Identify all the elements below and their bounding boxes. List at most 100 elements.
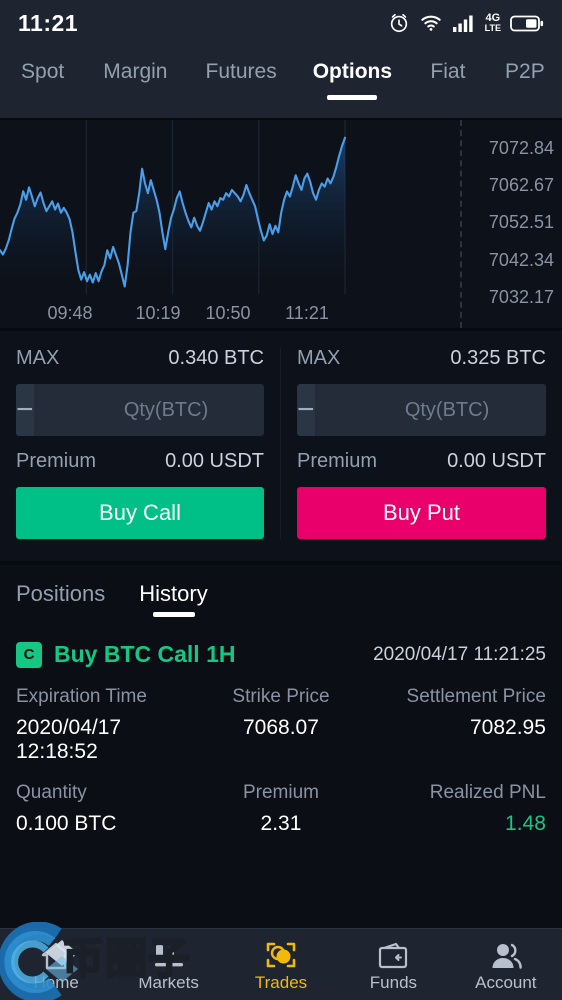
- 4g-lte-icon: 4G LTE: [485, 13, 501, 33]
- put-decrement-button[interactable]: −: [297, 384, 315, 436]
- put-panel: MAX 0.325 BTC − + Premium 0.00 USDT Buy …: [281, 347, 562, 539]
- field-premium: Premium 2.31: [193, 782, 370, 836]
- history-entry-timestamp: 2020/04/17 11:21:25: [373, 643, 546, 665]
- wifi-icon: [420, 15, 441, 31]
- signal-icon: [452, 15, 473, 32]
- buy-call-button[interactable]: Buy Call: [16, 487, 264, 539]
- field-settlement-price: Settlement Price 7082.95: [369, 686, 546, 764]
- battery-icon: [510, 15, 544, 31]
- field-quantity: Quantity 0.100 BTC: [16, 782, 193, 836]
- chart-y-tick-label: 7062.67: [488, 175, 554, 195]
- call-qty-stepper[interactable]: − +: [16, 384, 264, 436]
- top-tab-spot[interactable]: Spot: [0, 60, 85, 84]
- trade-panel: MAX 0.340 BTC − + Premium 0.00 USDT Buy …: [0, 328, 562, 561]
- chart-y-tick-label: 7072.84: [488, 138, 554, 158]
- chart-y-tick-label: 7052.51: [488, 212, 554, 232]
- call-panel: MAX 0.340 BTC − + Premium 0.00 USDT Buy …: [0, 347, 281, 539]
- price-chart[interactable]: 7072.84 7062.67 7052.51 7042.34 7032.17 09:4…: [0, 118, 562, 328]
- put-premium-row: Premium 0.00 USDT: [297, 450, 546, 473]
- field-value: 7082.95: [470, 716, 546, 739]
- field-label: Expiration Time: [16, 686, 147, 707]
- account-icon: [489, 937, 523, 971]
- field-realized-pnl: Realized PNL 1.48: [369, 782, 546, 836]
- call-decrement-button[interactable]: −: [16, 384, 34, 436]
- bottom-nav-home[interactable]: Home: [0, 937, 112, 993]
- field-label: Realized PNL: [429, 782, 546, 803]
- put-max-value: 0.325 BTC: [450, 347, 546, 369]
- field-expiration-time: Expiration Time 2020/04/17 12:18:52: [16, 686, 193, 764]
- history-entry-title-group: C Buy BTC Call 1H: [16, 641, 235, 668]
- bottom-nav-label: Funds: [369, 972, 418, 992]
- top-tab-label: Fiat: [430, 60, 466, 83]
- call-qty-input[interactable]: [33, 384, 264, 436]
- field-strike-price: Strike Price 7068.07: [193, 686, 370, 764]
- field-label: Premium: [242, 782, 319, 803]
- buy-put-button[interactable]: Buy Put: [297, 487, 546, 539]
- put-qty-input[interactable]: [314, 384, 546, 436]
- home-icon: [40, 937, 72, 971]
- field-label: Strike Price: [232, 686, 330, 707]
- status-bar: 11:21 4G LTE: [0, 0, 562, 46]
- top-tab-futures[interactable]: Futures: [185, 60, 296, 84]
- top-tab-label: Spot: [21, 60, 65, 83]
- put-premium-label: Premium: [297, 450, 378, 472]
- field-label: Settlement Price: [406, 686, 546, 707]
- top-tab-active-indicator: [327, 95, 378, 100]
- orders-tab-active-indicator: [152, 612, 195, 617]
- history-row-1: Expiration Time 2020/04/17 12:18:52 Stri…: [16, 686, 546, 764]
- top-tab-label: Margin: [103, 60, 168, 83]
- bottom-nav-label: Home: [33, 972, 79, 992]
- call-premium-label: Premium: [16, 450, 97, 472]
- top-tab-p2p[interactable]: P2P: [488, 60, 562, 84]
- chart-x-tick-label: 10:19: [135, 303, 181, 323]
- chart-y-axis: 7072.84 7062.67 7052.51 7042.34 7032.17: [457, 120, 562, 328]
- history-entry[interactable]: C Buy BTC Call 1H 2020/04/17 11:21:25 Ex…: [0, 621, 562, 836]
- field-label: Quantity: [16, 782, 87, 803]
- status-time: 11:21: [18, 9, 79, 36]
- bottom-nav-account[interactable]: Account: [450, 937, 562, 993]
- markets-icon: [152, 937, 186, 971]
- bottom-nav-markets[interactable]: Markets: [112, 937, 224, 993]
- bottom-nav-bar[interactable]: Home Markets Trades Funds Account: [0, 928, 562, 1000]
- chart-x-tick-label: 11:21: [285, 303, 329, 323]
- trades-icon: [264, 937, 298, 971]
- orders-tab-bar[interactable]: Positions History: [0, 581, 562, 621]
- app-root: 11:21 4G LTE Spot Margin Futures Options…: [0, 0, 562, 1000]
- top-tab-fiat[interactable]: Fiat: [408, 60, 488, 84]
- field-value: 0.100 BTC: [16, 812, 117, 835]
- bottom-nav-funds[interactable]: Funds: [337, 937, 449, 993]
- put-qty-stepper[interactable]: − +: [297, 384, 546, 436]
- orders-section: Positions History C Buy BTC Call 1H 2020/…: [0, 561, 562, 836]
- field-value: 1.48: [505, 812, 546, 835]
- call-max-row: MAX 0.340 BTC: [16, 347, 264, 370]
- top-tab-options[interactable]: Options: [297, 60, 408, 100]
- call-premium-row: Premium 0.00 USDT: [16, 450, 264, 473]
- call-max-label: MAX: [16, 347, 60, 369]
- top-tab-margin[interactable]: Margin: [85, 60, 185, 84]
- history-row-2: Quantity 0.100 BTC Premium 2.31 Realized…: [16, 782, 546, 836]
- network-type-label: LTE: [484, 23, 501, 33]
- put-max-row: MAX 0.325 BTC: [297, 347, 546, 370]
- field-value: 7068.07: [243, 716, 319, 739]
- orders-tab-label: Positions: [16, 581, 106, 606]
- funds-icon: [377, 937, 409, 971]
- bottom-nav-label: Account: [475, 972, 537, 992]
- chart-y-tick-label: 7032.17: [488, 287, 554, 307]
- call-max-value: 0.340 BTC: [168, 347, 264, 369]
- orders-tab-history[interactable]: History: [139, 581, 208, 621]
- bottom-nav-trades[interactable]: Trades: [225, 937, 337, 993]
- put-premium-value: 0.00 USDT: [447, 450, 546, 472]
- field-value: 2020/04/17 12:18:52: [16, 716, 122, 763]
- bottom-nav-label: Markets: [138, 972, 199, 992]
- put-max-label: MAX: [297, 347, 341, 369]
- call-badge-icon: C: [16, 641, 42, 668]
- status-icon-group: 4G LTE: [388, 12, 544, 34]
- chart-y-tick-label: 7042.34: [488, 250, 554, 270]
- chart-x-tick-label: 10:50: [205, 303, 251, 323]
- orders-tab-positions[interactable]: Positions: [16, 581, 105, 621]
- top-tab-label: Futures: [205, 60, 277, 83]
- history-entry-header: C Buy BTC Call 1H 2020/04/17 11:21:25: [16, 641, 546, 668]
- bottom-nav-label: Trades: [254, 972, 308, 992]
- top-tab-label: Options: [312, 60, 393, 83]
- top-tab-bar[interactable]: Spot Margin Futures Options Fiat P2P: [0, 46, 562, 118]
